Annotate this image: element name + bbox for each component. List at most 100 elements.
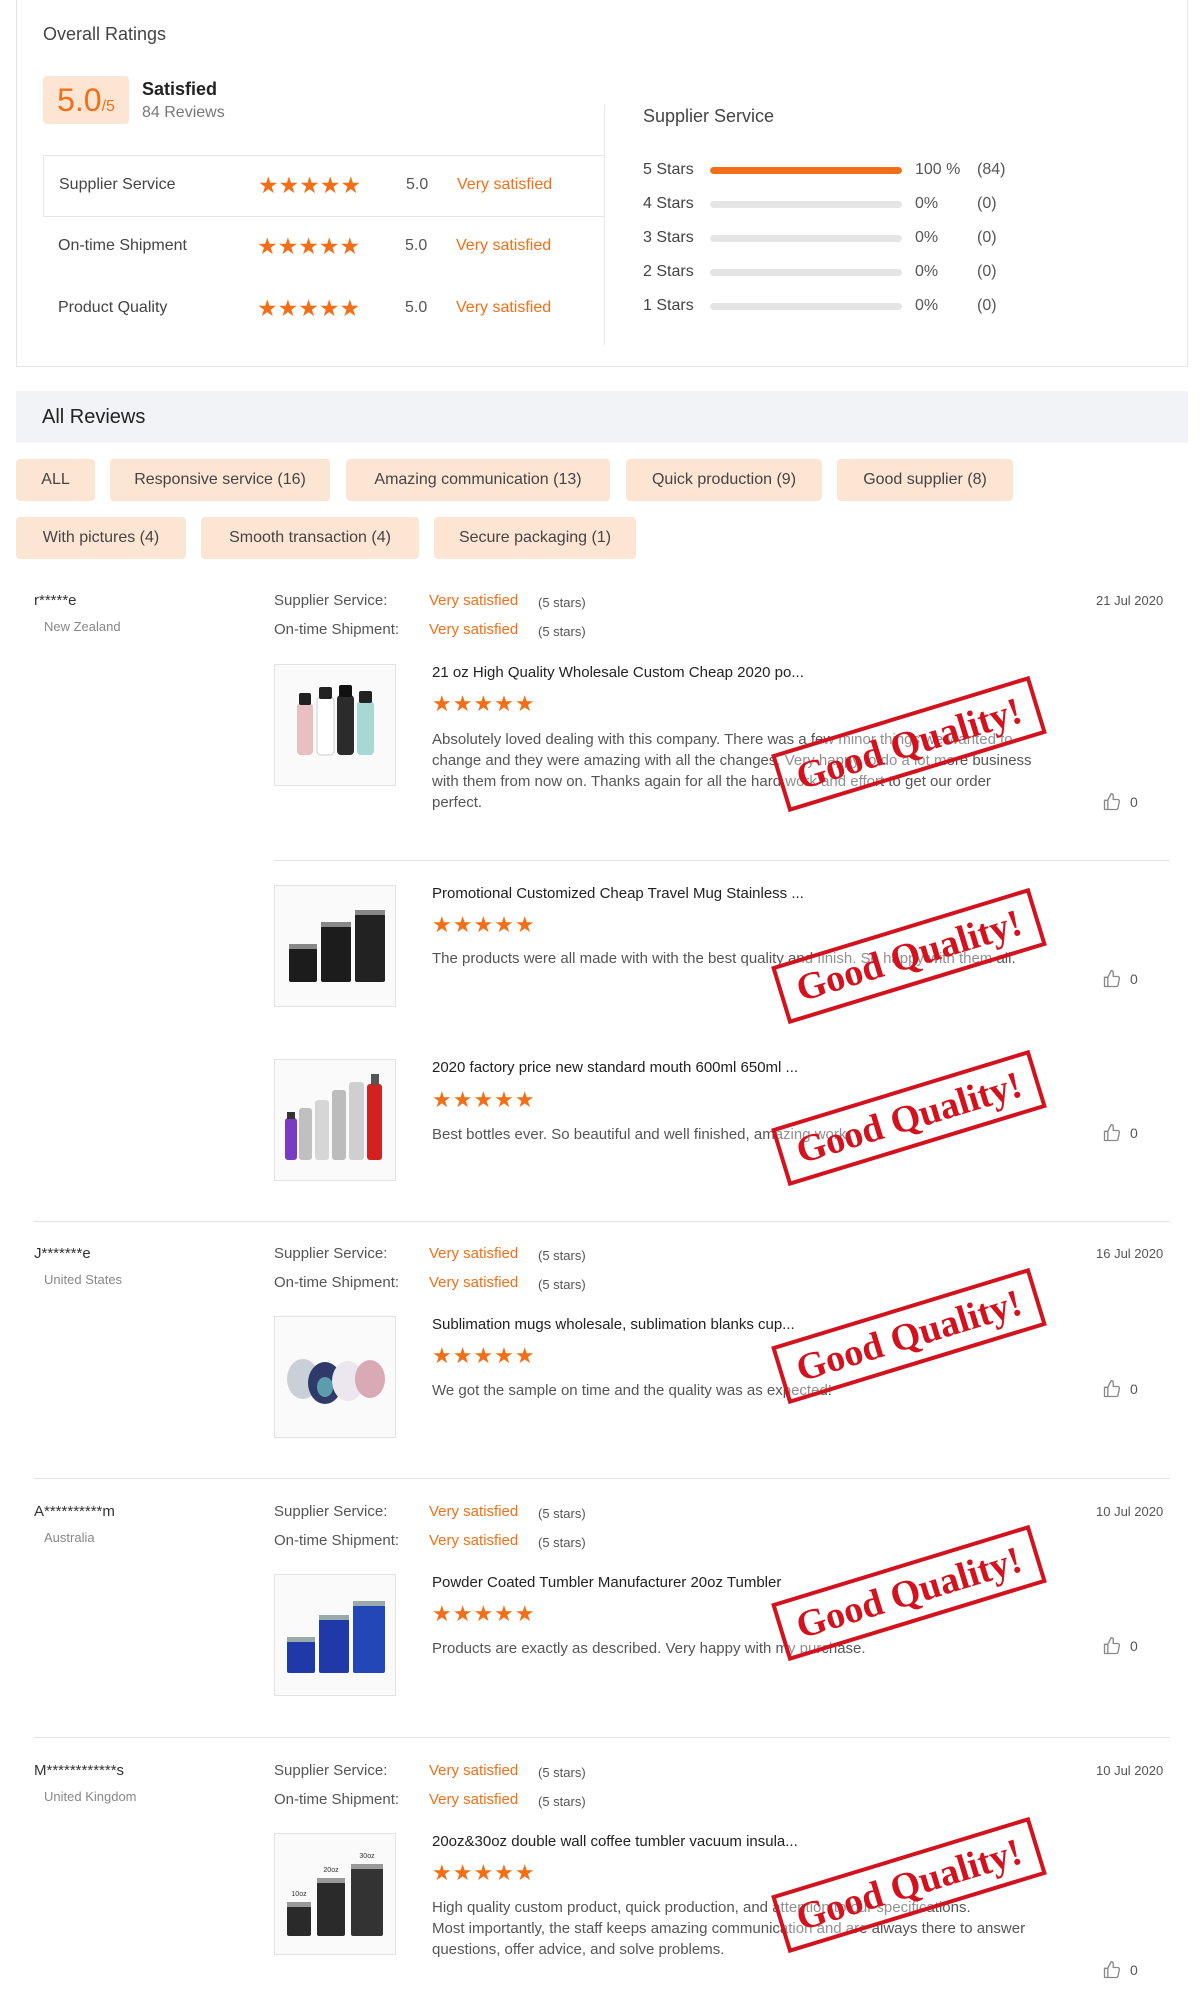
filter-tag-smooth-transaction[interactable]: Smooth transaction (4) bbox=[201, 517, 419, 559]
filter-tag-secure-packaging[interactable]: Secure packaging (1) bbox=[434, 517, 636, 559]
category-row-on-time-shipment[interactable]: On-time Shipment ★★★★★ 5.0 Very satisfie… bbox=[43, 217, 605, 279]
size-label: 10oz bbox=[291, 1891, 307, 1898]
category-value: 5.0 bbox=[406, 176, 429, 193]
good-quality-stamp: Good Quality! bbox=[771, 887, 1047, 1025]
filter-tag-good-supplier[interactable]: Good supplier (8) bbox=[837, 459, 1013, 501]
like-count: 0 bbox=[1130, 1381, 1138, 1397]
thumbs-up-icon bbox=[1103, 1379, 1121, 1398]
product-star-rating-icon: ★★★★★ bbox=[432, 1860, 536, 1885]
divider bbox=[34, 1737, 1170, 1738]
overall-score: 5.0 bbox=[57, 82, 102, 118]
shipment-stars: (5 stars) bbox=[538, 1277, 586, 1292]
size-label: 30oz bbox=[359, 1853, 375, 1860]
distribution-percent: 0% bbox=[915, 229, 939, 246]
product-title[interactable]: Promotional Customized Cheap Travel Mug … bbox=[432, 885, 804, 902]
water-bottles-image[interactable] bbox=[274, 664, 396, 786]
reviewer-country: United Kingdom bbox=[44, 1789, 137, 1804]
review-text: High quality custom product, quick produ… bbox=[432, 1899, 1026, 1958]
overall-ratings-heading: Overall Ratings bbox=[43, 24, 167, 44]
filter-tag-amazing-communication[interactable]: Amazing communication (13) bbox=[346, 459, 610, 501]
distribution-percent: 0% bbox=[915, 297, 939, 314]
distribution-label: 1 Stars bbox=[643, 297, 694, 314]
review-date: 10 Jul 2020 bbox=[1096, 1504, 1164, 1519]
like-button[interactable]: 0 bbox=[1102, 1379, 1138, 1399]
filter-tag-responsive-service[interactable]: Responsive service (16) bbox=[110, 459, 330, 501]
product-title[interactable]: Powder Coated Tumbler Manufacturer 20oz … bbox=[432, 1574, 781, 1591]
product-title[interactable]: Sublimation mugs wholesale, sublimation … bbox=[432, 1316, 795, 1333]
reviewer-country: New Zealand bbox=[44, 619, 121, 634]
like-count: 0 bbox=[1130, 1125, 1138, 1141]
review-text: We got the sample on time and the qualit… bbox=[432, 1382, 832, 1399]
category-word: Very satisfied bbox=[457, 176, 553, 193]
supplier-service-value: Very satisfied bbox=[429, 1245, 519, 1262]
filter-tag-with-pictures[interactable]: With pictures (4) bbox=[16, 517, 186, 559]
product-title[interactable]: 2020 factory price new standard mouth 60… bbox=[432, 1059, 798, 1076]
category-name: On-time Shipment bbox=[58, 237, 187, 254]
product-star-rating-icon: ★★★★★ bbox=[432, 691, 536, 716]
shipment-value: Very satisfied bbox=[429, 1791, 519, 1808]
category-value: 5.0 bbox=[405, 299, 428, 316]
product-star-rating-icon: ★★★★★ bbox=[432, 1087, 536, 1112]
category-row-product-quality[interactable]: Product Quality ★★★★★ 5.0 Very satisfied bbox=[43, 279, 605, 341]
distribution-count: (84) bbox=[977, 161, 1006, 178]
review-text: Products are exactly as described. Very … bbox=[432, 1640, 866, 1657]
product-title[interactable]: 20oz&30oz double wall coffee tumbler vac… bbox=[432, 1833, 798, 1850]
like-button[interactable]: 0 bbox=[1102, 969, 1138, 989]
shipment-value: Very satisfied bbox=[429, 621, 519, 638]
steel-bottles-image[interactable] bbox=[274, 1059, 396, 1181]
supplier-service-stars: (5 stars) bbox=[538, 595, 586, 610]
distribution-count: (0) bbox=[977, 229, 997, 246]
distribution-row-4: 4 Stars 0% (0) bbox=[643, 192, 1023, 214]
distribution-label: 2 Stars bbox=[643, 263, 694, 280]
distribution-title: Supplier Service bbox=[643, 106, 775, 126]
reviewer-name: J*******e bbox=[34, 1245, 91, 1262]
like-button[interactable]: 0 bbox=[1102, 1636, 1138, 1656]
distribution-bar bbox=[710, 167, 902, 174]
satisfaction-label: Satisfied bbox=[142, 79, 218, 99]
blue-tumblers-image[interactable] bbox=[274, 1574, 396, 1696]
category-row-supplier-service[interactable]: Supplier Service ★★★★★ 5.0 Very satisfie… bbox=[43, 155, 605, 217]
filter-tag-quick-production[interactable]: Quick production (9) bbox=[626, 459, 822, 501]
distribution-count: (0) bbox=[977, 263, 997, 280]
distribution-percent: 0% bbox=[915, 195, 939, 212]
distribution-count: (0) bbox=[977, 297, 997, 314]
wine-tumblers-image[interactable] bbox=[274, 1316, 396, 1438]
thumbs-up-icon bbox=[1103, 792, 1121, 811]
overall-ratings-card: Overall Ratings 5.0 /5 Satisfied 84 Revi… bbox=[16, 0, 1188, 367]
review-date: 10 Jul 2020 bbox=[1096, 1763, 1164, 1778]
score-badge: 5.0 /5 bbox=[43, 76, 129, 124]
shipment-label: On-time Shipment: bbox=[274, 1532, 400, 1549]
distribution-percent: 0% bbox=[915, 263, 939, 280]
category-word: Very satisfied bbox=[456, 299, 552, 316]
distribution-row-5: 5 Stars 100 % (84) bbox=[643, 158, 1023, 180]
star-rating-icon: ★★★★★ bbox=[257, 295, 361, 321]
overall-score-suffix: /5 bbox=[101, 98, 115, 115]
shipment-label: On-time Shipment: bbox=[274, 1791, 400, 1808]
product-title[interactable]: 21 oz High Quality Wholesale Custom Chea… bbox=[432, 664, 804, 681]
category-word: Very satisfied bbox=[456, 237, 552, 254]
distribution-row-3: 3 Stars 0% (0) bbox=[643, 226, 1023, 248]
distribution-row-1: 1 Stars 0% (0) bbox=[643, 294, 1023, 316]
like-button[interactable]: 0 bbox=[1102, 1123, 1138, 1143]
like-button[interactable]: 0 bbox=[1102, 1960, 1138, 1980]
like-button[interactable]: 0 bbox=[1102, 792, 1138, 812]
like-count: 0 bbox=[1130, 1962, 1138, 1978]
supplier-service-label: Supplier Service: bbox=[274, 1503, 388, 1520]
distribution-label: 5 Stars bbox=[643, 161, 694, 178]
distribution-bar bbox=[710, 303, 902, 310]
coffee-tumblers-image[interactable]: 10oz 20oz 30oz bbox=[274, 1833, 396, 1955]
supplier-service-stars: (5 stars) bbox=[538, 1506, 586, 1521]
supplier-service-label: Supplier Service: bbox=[274, 592, 388, 609]
filter-tag-all[interactable]: ALL bbox=[16, 459, 95, 501]
review-count: 84 Reviews bbox=[142, 104, 225, 121]
like-count: 0 bbox=[1130, 1638, 1138, 1654]
supplier-service-label: Supplier Service: bbox=[274, 1245, 388, 1262]
tumblers-image[interactable] bbox=[274, 885, 396, 1007]
thumbs-up-icon bbox=[1103, 969, 1121, 988]
star-rating-icon: ★★★★★ bbox=[258, 172, 362, 198]
all-reviews-title: All Reviews bbox=[42, 406, 146, 428]
supplier-service-value: Very satisfied bbox=[429, 1503, 519, 1520]
shipment-stars: (5 stars) bbox=[538, 624, 586, 639]
product-star-rating-icon: ★★★★★ bbox=[432, 912, 536, 937]
distribution-bar bbox=[710, 201, 902, 208]
